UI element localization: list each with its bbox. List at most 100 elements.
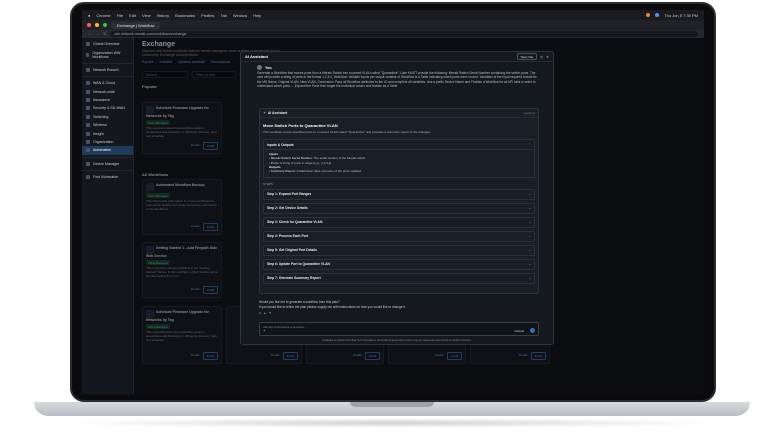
menu-file[interactable]: File <box>117 13 123 18</box>
user-name: You <box>265 65 272 70</box>
output-item: • Summary Report: A Markdown table summa… <box>269 169 362 174</box>
step-1-accordion[interactable]: Step 1: Expand Port Ranges ⌄ <box>263 188 535 200</box>
menu-chrome[interactable]: Chrome <box>96 13 110 18</box>
grid-icon <box>86 89 90 94</box>
cloud-icon <box>86 81 90 86</box>
sidebar-item-switching[interactable]: Switching <box>82 113 133 121</box>
sidebar-item-wan-cloud[interactable]: WAN & Cloud <box>82 79 133 87</box>
sidebar-item-insight[interactable]: Insight <box>82 129 133 137</box>
menu-window[interactable]: Window <box>233 13 247 18</box>
menu-tab[interactable]: Tab <box>220 13 226 18</box>
add-icon[interactable]: + <box>263 328 265 333</box>
thumbs-down-icon[interactable]: ▼ <box>268 311 271 316</box>
assistant-followup: Would you like me to generate a workflow… <box>259 300 406 315</box>
copy-icon[interactable]: ⧉ <box>259 311 261 316</box>
chevron-down-icon: ⌄ <box>528 262 531 267</box>
feedback-actions: ⧉ ▲ ▼ <box>259 311 406 316</box>
new-chat-button[interactable]: New chat <box>516 53 538 60</box>
menu-edit[interactable]: Edit <box>129 13 136 18</box>
wifi-icon <box>86 123 90 128</box>
screen: ● Chrome File Edit View History Bookmark… <box>82 10 704 394</box>
user-prompt: Generate a Workflow that moves ports fro… <box>257 71 537 88</box>
sidebar-item-assurance[interactable]: Assurance <box>82 96 133 104</box>
menu-profiles[interactable]: Profiles <box>201 13 214 18</box>
sidebar-item-network[interactable]: Network Branch <box>82 66 133 74</box>
sidebar-item-organization[interactable]: Organization WW Workflows <box>82 48 133 60</box>
sidebar-item-wireless[interactable]: Wireless <box>82 121 133 129</box>
chevron-down-icon: ⌄ <box>528 192 531 197</box>
steps-label: STEPS <box>263 181 273 186</box>
step-5-accordion[interactable]: Step 5: Get Original Port Details ⌄ <box>263 244 535 256</box>
menu-history[interactable]: History <box>157 13 169 18</box>
building-icon <box>86 52 90 57</box>
chevron-up-icon: ⌃ <box>528 142 531 147</box>
switch-icon <box>86 114 90 119</box>
sidebar-item-security[interactable]: Security & SD-WAN <box>82 104 133 112</box>
minimize-window-icon[interactable] <box>95 23 99 27</box>
chevron-down-icon: ⌄ <box>528 234 531 239</box>
response-author: AI Assistant <box>267 111 288 115</box>
check-icon <box>86 98 90 103</box>
address-bar[interactable]: cdn.network.meraki.com/workflows/exchang… <box>110 31 698 37</box>
dialog-title: AI Assistant <box>245 54 268 59</box>
sidebar-item-organization-2[interactable]: Organization <box>82 138 133 146</box>
close-window-icon[interactable] <box>87 23 91 27</box>
sidebar: Global Overview Organization WW Workflow… <box>82 38 134 394</box>
workflow-description: This workflow moves specified ports to a… <box>263 130 431 134</box>
sidebar-item-device-manager[interactable]: Device Manager <box>82 160 133 168</box>
step-4-accordion[interactable]: Step 4: Process Each Port ⌄ <box>263 230 535 242</box>
avatar <box>257 65 262 70</box>
reload-icon[interactable]: ↻ <box>103 32 106 36</box>
inputs-outputs-panel: Inputs • Meraki Switch Serial Number: Th… <box>263 150 535 178</box>
forward-icon[interactable]: → <box>96 32 100 36</box>
sidebar-item-global-overview[interactable]: Global Overview <box>82 40 133 48</box>
inputs-outputs-accordion[interactable]: Inputs & Outputs ⌃ <box>263 139 535 150</box>
step-7-accordion[interactable]: Step 7: Generate Summary Report ⌄ <box>263 272 535 284</box>
send-icon[interactable] <box>530 328 535 333</box>
chevron-down-icon: ⌄ <box>528 276 531 281</box>
dialog-header: AI Assistant New chat ◴ ✕ <box>241 52 553 62</box>
automation-icon <box>86 148 90 153</box>
thumbs-up-icon[interactable]: ▲ <box>263 311 266 316</box>
ai-assistant-dialog: AI Assistant New chat ◴ ✕ You Generate a… <box>240 51 554 345</box>
response-header: ✦ AI Assistant just now <box>260 109 538 118</box>
divider <box>82 169 133 171</box>
menu-view[interactable]: View <box>142 13 151 18</box>
device-icon <box>86 161 90 166</box>
search-icon <box>86 175 90 180</box>
laptop-notch <box>350 402 434 407</box>
chevron-down-icon: ⌄ <box>528 220 531 225</box>
chat-input-placeholder: Ask the AI Assistant a question... <box>263 325 307 329</box>
browser-toolbar: ← → ↻ cdn.network.meraki.com/workflows/e… <box>82 30 704 38</box>
response-timestamp: just now <box>523 111 535 115</box>
menu-help[interactable]: Help <box>253 13 261 18</box>
apple-icon[interactable]: ● <box>88 13 90 18</box>
step-3-accordion[interactable]: Step 3: Check for Quarantine VLAN ⌄ <box>263 216 535 228</box>
divider <box>82 156 133 158</box>
menubar-clock: Thu Jun 5 7:30 PM <box>664 12 698 18</box>
sidebar-item-find-vulnerable[interactable]: Find Vulnerable <box>82 173 133 181</box>
sidebar-item-network-wide[interactable]: Network-wide <box>82 88 133 96</box>
chart-icon <box>86 131 90 136</box>
maximize-window-icon[interactable] <box>103 23 107 27</box>
chat-input[interactable]: Ask the AI Assistant a question... + Def… <box>259 322 539 336</box>
assistant-response: ✦ AI Assistant just now Move Switch Port… <box>259 108 539 294</box>
status-icon[interactable] <box>646 13 651 17</box>
history-icon[interactable]: ◴ <box>540 55 543 59</box>
wifi-icon[interactable] <box>655 13 660 17</box>
browser-tab[interactable]: Exchange | Workflow <box>111 21 161 29</box>
laptop-frame: ● Chrome File Edit View History Bookmark… <box>70 2 716 402</box>
close-icon[interactable]: ✕ <box>546 55 549 59</box>
user-message-header: You <box>241 62 553 71</box>
sidebar-item-automation[interactable]: Automation <box>82 146 133 155</box>
chevron-down-icon: ⌄ <box>528 248 531 253</box>
divider <box>82 62 133 64</box>
chevron-down-icon: ⌄ <box>528 206 531 211</box>
model-select[interactable]: Default <box>514 329 524 333</box>
back-icon[interactable]: ← <box>88 32 92 36</box>
menu-bookmarks[interactable]: Bookmarks <box>175 13 195 18</box>
step-6-accordion[interactable]: Step 6: Update Port to Quarantine VLAN ⌄ <box>263 258 535 270</box>
workflow-title: Move Switch Ports to Quarantine VLAN <box>263 123 338 128</box>
globe-icon <box>86 42 90 47</box>
step-2-accordion[interactable]: Step 2: Get Device Details ⌄ <box>263 202 535 214</box>
